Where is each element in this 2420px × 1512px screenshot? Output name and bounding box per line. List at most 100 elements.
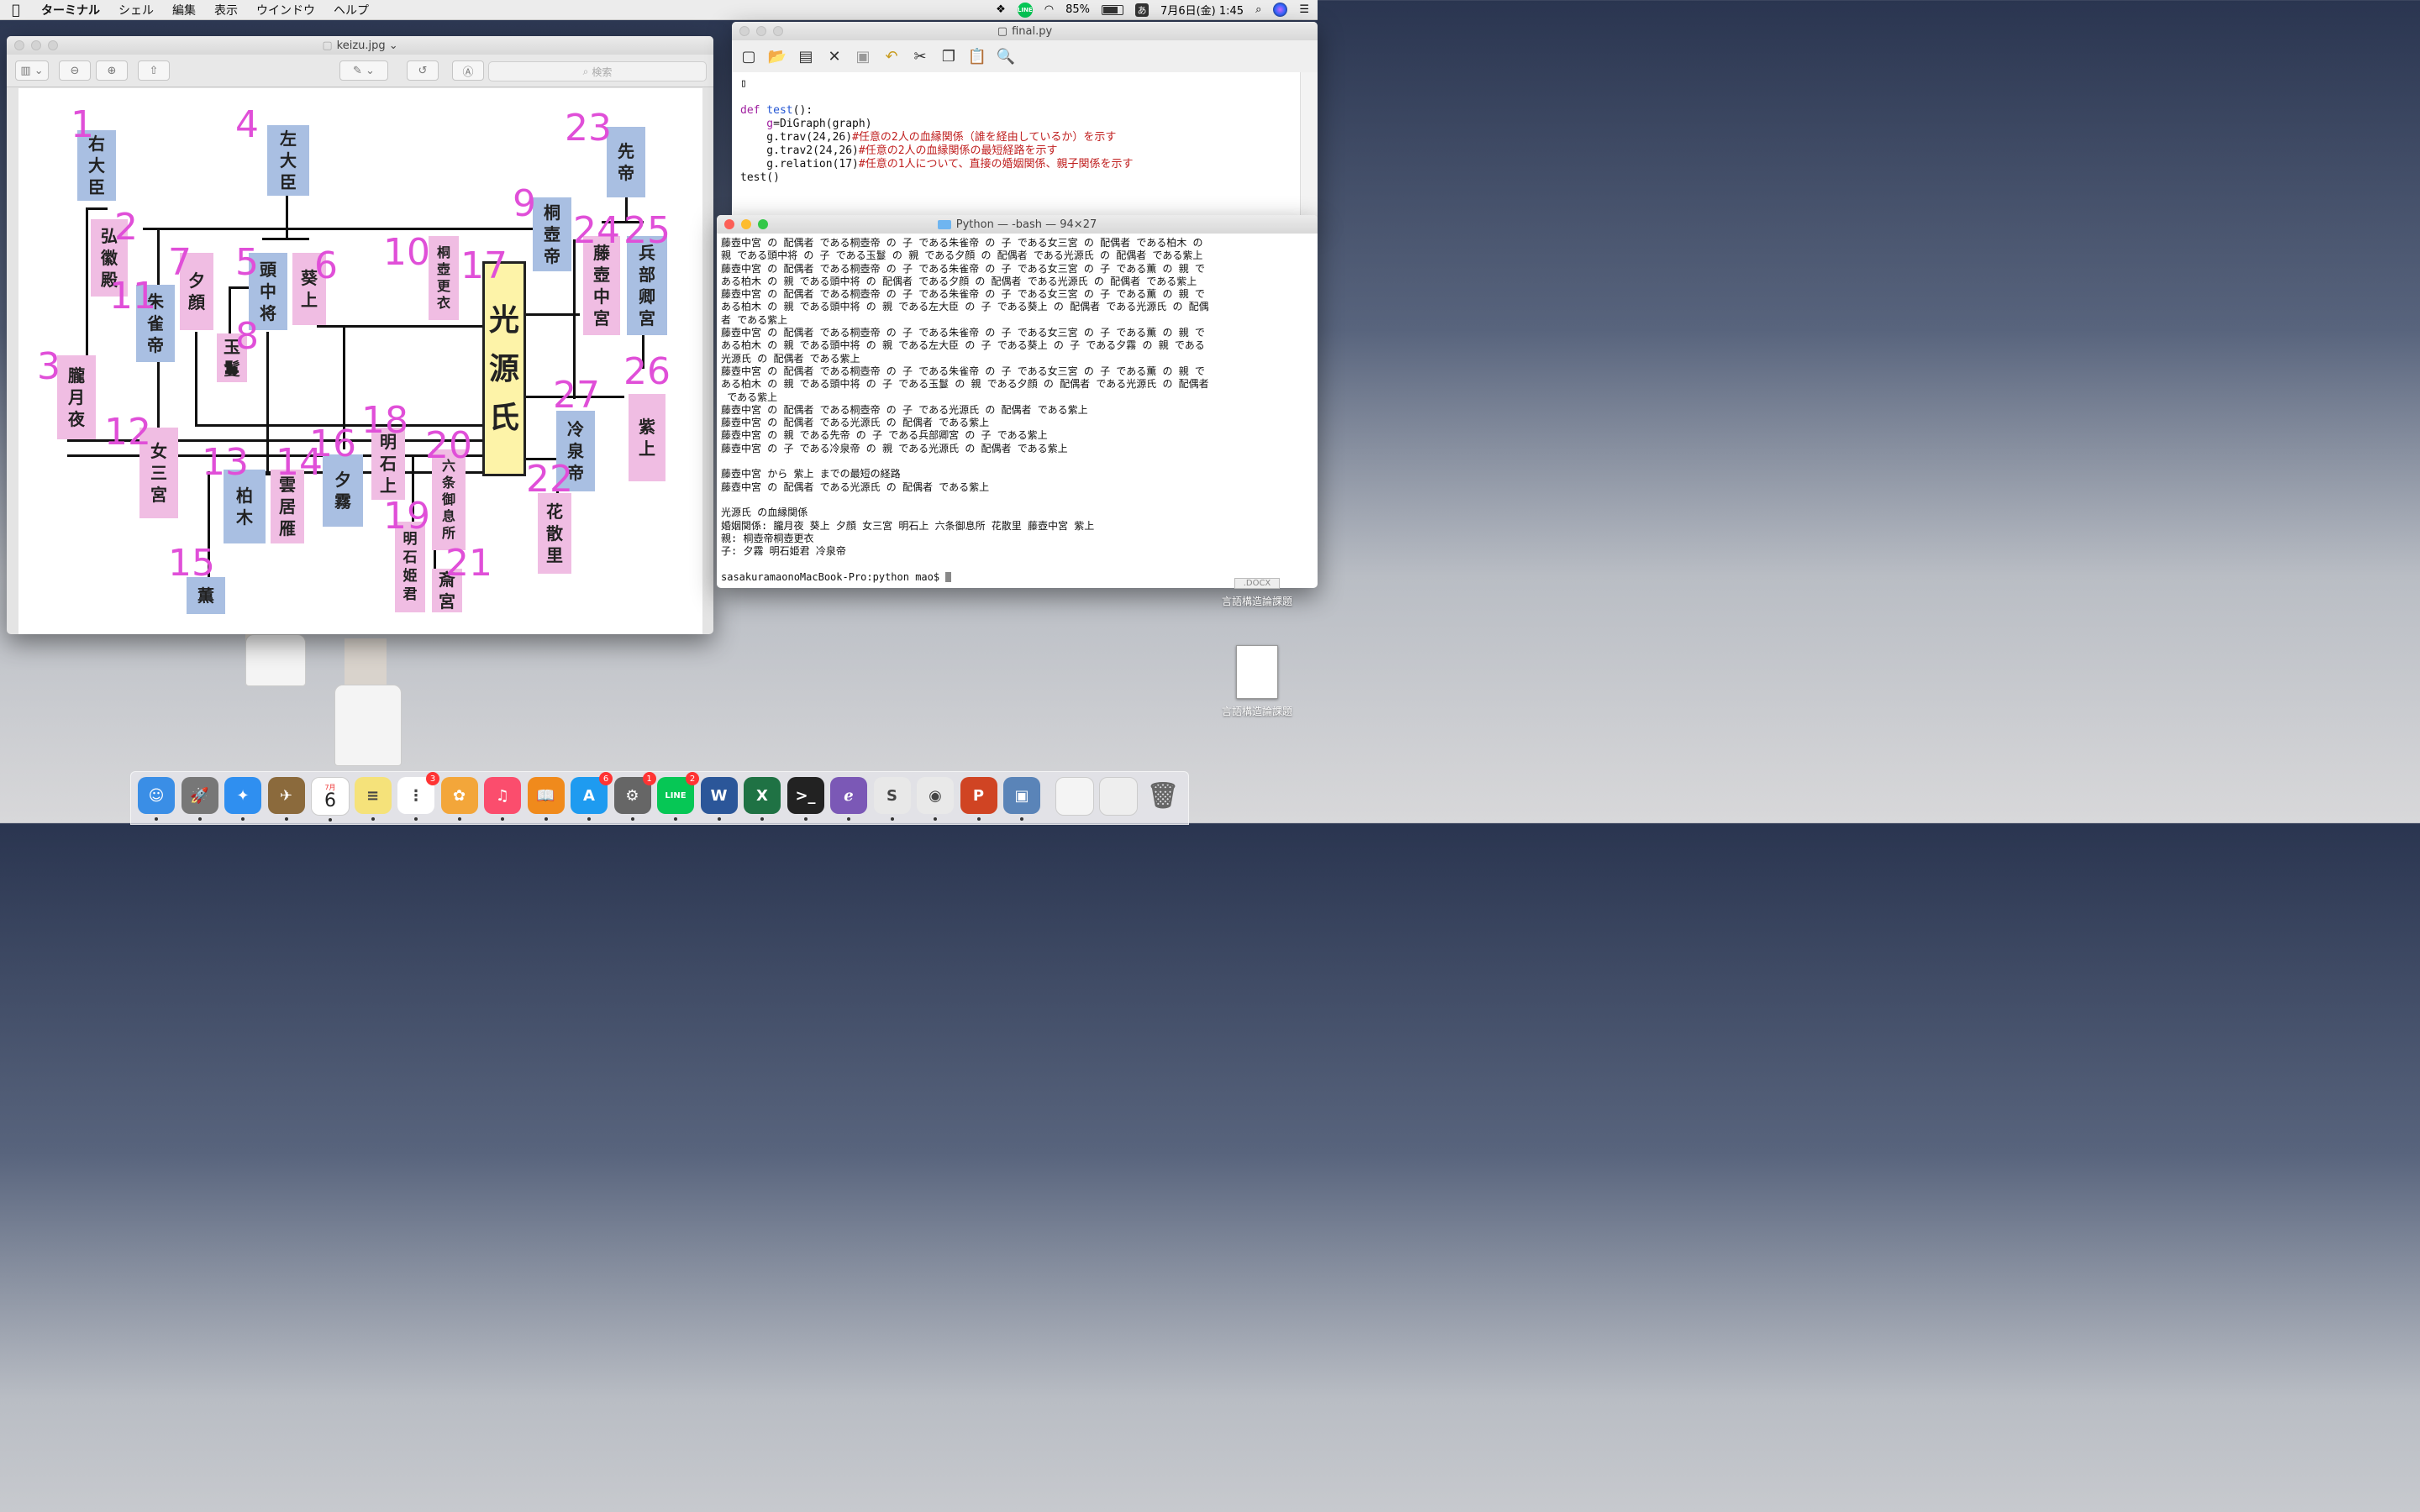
terminal-titlebar[interactable]: Python — -bash — 94×27 xyxy=(717,215,1318,234)
menu-edit[interactable]: 編集 xyxy=(163,2,205,18)
node-char: 部 xyxy=(639,265,655,285)
new-file-icon[interactable]: ▢ xyxy=(739,46,759,66)
node-char: 上 xyxy=(639,438,655,459)
open-folder-icon[interactable]: 📂 xyxy=(767,46,787,66)
file-label: 言語構造論課題 xyxy=(1221,596,1292,607)
launchpad-icon[interactable]: 🚀 xyxy=(181,777,218,821)
undo-icon[interactable]: ↶ xyxy=(881,46,902,66)
line-icon[interactable]: LINE 2 xyxy=(657,772,699,821)
node-char: 木 xyxy=(236,507,253,528)
zoom-in-icon[interactable]: ⊕ xyxy=(96,60,128,81)
calendar-icon[interactable]: 7月 6 xyxy=(311,777,350,822)
terminal-line: 藤壺中宮 の 配偶者 である桐壺帝 の 子 である朱雀帝 の 子 である女三宮 … xyxy=(721,262,1205,275)
search-field[interactable]: ⌕ 検索 xyxy=(488,61,707,81)
finder-icon[interactable]: ☺ xyxy=(138,777,175,821)
close-button[interactable] xyxy=(724,219,734,229)
zoom-button[interactable] xyxy=(758,219,768,229)
word-icon[interactable]: W xyxy=(700,777,738,821)
find-icon[interactable]: 🔍 xyxy=(996,46,1016,66)
trash-icon[interactable]: 🗑 xyxy=(1144,777,1181,814)
cut-icon[interactable]: ✂ xyxy=(910,46,930,66)
photos-icon[interactable]: ✿ xyxy=(440,777,478,821)
input-method-icon[interactable]: あ xyxy=(1135,3,1150,17)
menu-help[interactable]: ヘルプ xyxy=(324,2,378,18)
sidebar-icon[interactable]: ▥ ⌄ xyxy=(15,60,49,81)
preview-icon[interactable]: ▣ xyxy=(1003,777,1040,821)
battery-percent[interactable]: 85% xyxy=(1065,3,1090,16)
menu-window[interactable]: ウインドウ xyxy=(247,2,324,18)
terminal-line: 藤壺中宮 の 配偶者 である桐壺帝 の 子 である光源氏 の 配偶者 である紫上 xyxy=(721,403,1088,416)
save-all-icon[interactable]: ▤ xyxy=(796,46,816,66)
share-icon[interactable]: ⇧ xyxy=(138,60,170,81)
terminal-output[interactable]: 藤壺中宮 の 配偶者 である桐壺帝 の 子 である朱雀帝 の 子 である女三宮 … xyxy=(717,234,1318,587)
window-title[interactable]: Python — -bash — 94×27 xyxy=(956,218,1097,231)
ibooks-icon[interactable]: 📖 xyxy=(527,777,565,821)
minimize-button[interactable] xyxy=(741,219,751,229)
node-char: 帝 xyxy=(147,335,164,355)
terminal-line: 藤壺中宮 の 親 である先帝 の 子 である兵部卿宮 の 子 である紫上 xyxy=(721,429,1048,442)
terminal-icon[interactable]: >_ xyxy=(786,777,824,821)
app-menu[interactable]: ターミナル xyxy=(32,2,109,18)
reminders-icon[interactable]: ⋮ 3 xyxy=(397,772,439,821)
wifi-icon[interactable]: ◠ xyxy=(1044,3,1054,16)
file-label: 言語構造論課題 xyxy=(1221,706,1292,717)
close-icon[interactable]: ✕ xyxy=(824,46,844,66)
slack-icon[interactable]: S xyxy=(873,777,911,821)
itunes-icon[interactable]: ♫ xyxy=(484,777,521,821)
search-icon: ⌕ xyxy=(582,65,589,77)
clock[interactable]: 7月6日(金) 1:45 xyxy=(1160,2,1244,18)
node-char: 姫 xyxy=(402,568,418,585)
app-store-icon[interactable]: A6 xyxy=(571,772,613,821)
node-char: 柏 xyxy=(236,486,253,506)
zoom-button[interactable] xyxy=(773,26,783,36)
system-preferences-icon[interactable]: ⚙ 1 xyxy=(613,772,656,821)
emacs-icon[interactable]: ℯ xyxy=(830,777,867,821)
annotate-icon[interactable]: Ⓐ xyxy=(452,60,484,81)
excel-icon[interactable]: X xyxy=(744,777,781,821)
terminal-line: 藤壺中宮 の 配偶者 である桐壺帝 の 子 である朱雀帝 の 子 である女三宮 … xyxy=(721,327,1205,339)
notes-icon[interactable]: ≡ xyxy=(354,777,392,821)
powerpoint-icon[interactable]: P xyxy=(960,777,997,821)
running-indicator xyxy=(414,817,418,821)
text-cursor: ▯ xyxy=(740,77,747,90)
notification-center-icon[interactable]: ☰ xyxy=(1299,3,1309,16)
preview-titlebar[interactable]: ▢ keizu.jpg ⌄ xyxy=(7,36,713,55)
code-token: #任意の2人の血縁関係（誰を経由しているか）を示す xyxy=(852,131,1117,144)
markup-pen-icon[interactable]: ✎ ⌄ xyxy=(339,60,388,81)
documents-stack-icon[interactable] xyxy=(1055,777,1094,816)
safari-icon[interactable]: ✦ xyxy=(224,777,261,821)
minimize-button[interactable] xyxy=(31,40,41,50)
spotlight-search-icon[interactable]: ⌕ xyxy=(1255,3,1261,16)
editor-scrollbar[interactable] xyxy=(1300,72,1318,222)
code-editor[interactable]: ▯ def test(): g=DiGraph(graph) g.trav(24,… xyxy=(732,72,1301,222)
terminal-line: ある柏木 の 親 である頭中将 の 親 である左大臣 の 子 である葵上 の 子… xyxy=(721,339,1205,352)
battery-icon[interactable] xyxy=(1102,4,1124,15)
terminal-line: 光源氏 の血縁関係 xyxy=(721,507,808,519)
zoom-out-icon[interactable]: ⊖ xyxy=(59,60,91,81)
editor-titlebar[interactable]: ▢ final.py xyxy=(732,22,1318,40)
zoom-button[interactable] xyxy=(48,40,58,50)
preview-hawk-icon[interactable]: ✈ xyxy=(267,777,305,821)
window-title[interactable]: keizu.jpg ⌄ xyxy=(337,39,398,52)
menu-view[interactable]: 表示 xyxy=(205,2,247,18)
line-status-icon[interactable]: LINE xyxy=(1017,2,1033,18)
desktop-file[interactable]: .DOCX 言語構造論課題 xyxy=(1217,578,1297,608)
running-indicator xyxy=(717,817,721,821)
copy-icon[interactable]: ❐ xyxy=(939,46,959,66)
apple-menu-icon[interactable]:  xyxy=(0,2,32,18)
siri-icon[interactable] xyxy=(1273,3,1288,17)
close-button[interactable] xyxy=(739,26,750,36)
rotate-icon[interactable]: ↺ xyxy=(407,60,439,81)
dropbox-icon[interactable]: ❖ xyxy=(996,3,1006,16)
running-indicator xyxy=(544,817,548,821)
terminal-line: ある柏木 の 親 である頭中将 の 配偶者 である夕顔 の 配偶者 である光源氏… xyxy=(721,275,1197,287)
desktop-file[interactable]: 言語構造論課題 xyxy=(1217,645,1297,718)
window-title[interactable]: final.py xyxy=(1012,25,1052,38)
save-icon[interactable]: ▣ xyxy=(853,46,873,66)
chrome-icon[interactable]: ◉ xyxy=(917,777,954,821)
paste-icon[interactable]: 📋 xyxy=(967,46,987,66)
menu-shell[interactable]: シェル xyxy=(109,2,163,18)
minimize-button[interactable] xyxy=(756,26,766,36)
close-button[interactable] xyxy=(14,40,24,50)
downloads-stack-icon[interactable] xyxy=(1099,777,1138,816)
